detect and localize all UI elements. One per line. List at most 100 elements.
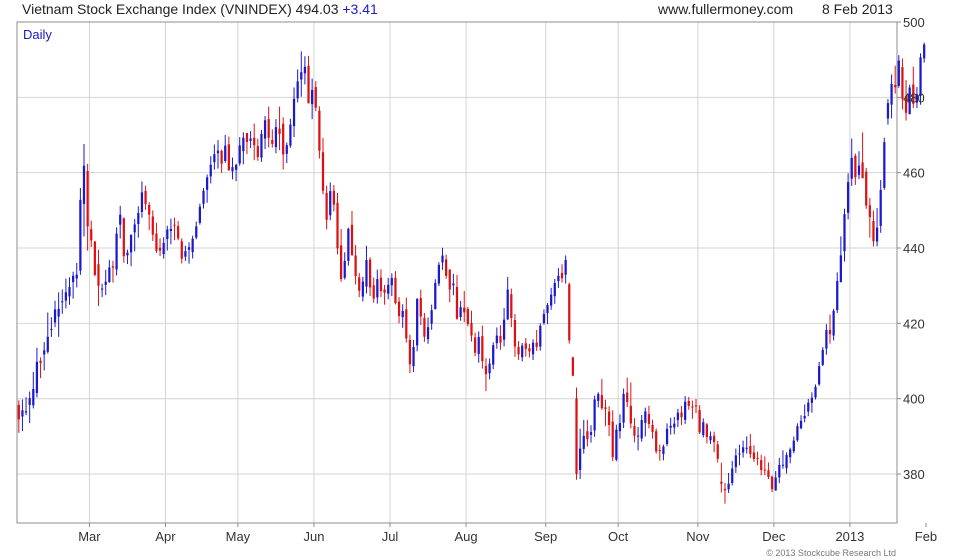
candle-body (466, 308, 469, 325)
candle-body (850, 157, 853, 179)
x-tick-label: Oct (608, 529, 629, 544)
candle-up (875, 208, 879, 247)
candle-down (499, 325, 502, 350)
candle-body (640, 420, 643, 439)
candle-body (126, 252, 129, 256)
candle-body (789, 449, 792, 458)
candle-up (213, 144, 216, 170)
candle-body (430, 310, 433, 324)
candle-up (814, 384, 817, 400)
candle-body (311, 89, 314, 105)
candle-body (604, 407, 607, 409)
candle-body (521, 345, 524, 358)
candle-body (441, 255, 444, 263)
candle-down (626, 377, 629, 408)
candle-body (749, 446, 752, 455)
candle-body (553, 283, 556, 297)
candle-up (727, 473, 730, 494)
candle-body (300, 72, 303, 80)
candle-body (343, 260, 346, 278)
candle-body (187, 247, 191, 250)
candle-body (303, 66, 307, 74)
candle-body (43, 350, 46, 355)
candle-up (843, 208, 846, 262)
candle-body (868, 205, 871, 218)
candle-body (517, 346, 520, 355)
candle-body (256, 146, 259, 158)
candle-up (343, 252, 346, 280)
candle-body (894, 84, 897, 88)
candle-up (137, 206, 140, 238)
y-tick-label: 480 (903, 90, 925, 105)
candle-up (709, 431, 712, 444)
candle-body (234, 164, 238, 170)
candle-body (180, 241, 183, 259)
candle-down (220, 149, 223, 173)
candle-body (93, 241, 96, 275)
candle-up (437, 262, 441, 287)
candle-body (542, 314, 546, 324)
x-tick-label: 2013 (835, 529, 864, 544)
candle-up (68, 277, 71, 305)
x-tick-label: Dec (762, 529, 786, 544)
candle-body (818, 366, 821, 385)
candle-down (455, 275, 459, 320)
candle-down (90, 220, 93, 247)
candle-body (731, 468, 734, 483)
candle-up (669, 417, 672, 435)
candle-up (224, 135, 227, 163)
candle-up (636, 427, 640, 451)
candle-down (379, 269, 383, 297)
candle-body (448, 269, 451, 290)
candle-down (86, 163, 89, 251)
candle-body (231, 167, 234, 172)
candle-body (510, 294, 513, 318)
candle-body (383, 289, 386, 293)
x-tick-label: Nov (686, 529, 710, 544)
candle-down (445, 254, 448, 279)
candle-down (39, 357, 42, 379)
candle-up (615, 424, 618, 462)
candle-up (430, 304, 433, 330)
candle-body (691, 406, 694, 408)
candle-up (274, 119, 278, 154)
candle-body (600, 395, 603, 409)
x-tick-label: Jul (382, 529, 399, 544)
candle-body (82, 165, 86, 204)
candle-body (854, 155, 857, 178)
candle-body (636, 435, 640, 437)
candle-body (618, 423, 622, 432)
candle-up (546, 302, 549, 325)
candle-up (897, 55, 900, 88)
candle-up (521, 342, 524, 362)
candle-up (622, 388, 625, 429)
candle-down (517, 340, 520, 360)
candle-up (781, 450, 785, 469)
candle-body (90, 229, 93, 241)
candle-down (368, 257, 372, 296)
candle-body (709, 436, 712, 441)
candle-body (872, 221, 875, 242)
candle-body (332, 190, 335, 205)
candle-up (285, 142, 288, 164)
frequency-label: Daily (23, 27, 52, 42)
candle-up (731, 460, 734, 486)
candle-down (865, 167, 868, 209)
candle-body (684, 401, 687, 420)
candle-body (405, 309, 408, 339)
candle-body (535, 342, 538, 347)
candle-body (158, 247, 162, 251)
candle-up (492, 342, 495, 370)
candle-body (712, 435, 716, 443)
candle-body (821, 349, 824, 365)
candle-body (484, 365, 488, 375)
candle-down (481, 325, 484, 369)
candle-body (445, 259, 448, 276)
candle-body (227, 144, 230, 171)
candle-body (198, 206, 202, 223)
candle-down (868, 197, 871, 238)
candle-down (629, 382, 632, 429)
candle-body (803, 415, 806, 419)
candle-down (282, 117, 285, 170)
candle-body (669, 425, 672, 428)
